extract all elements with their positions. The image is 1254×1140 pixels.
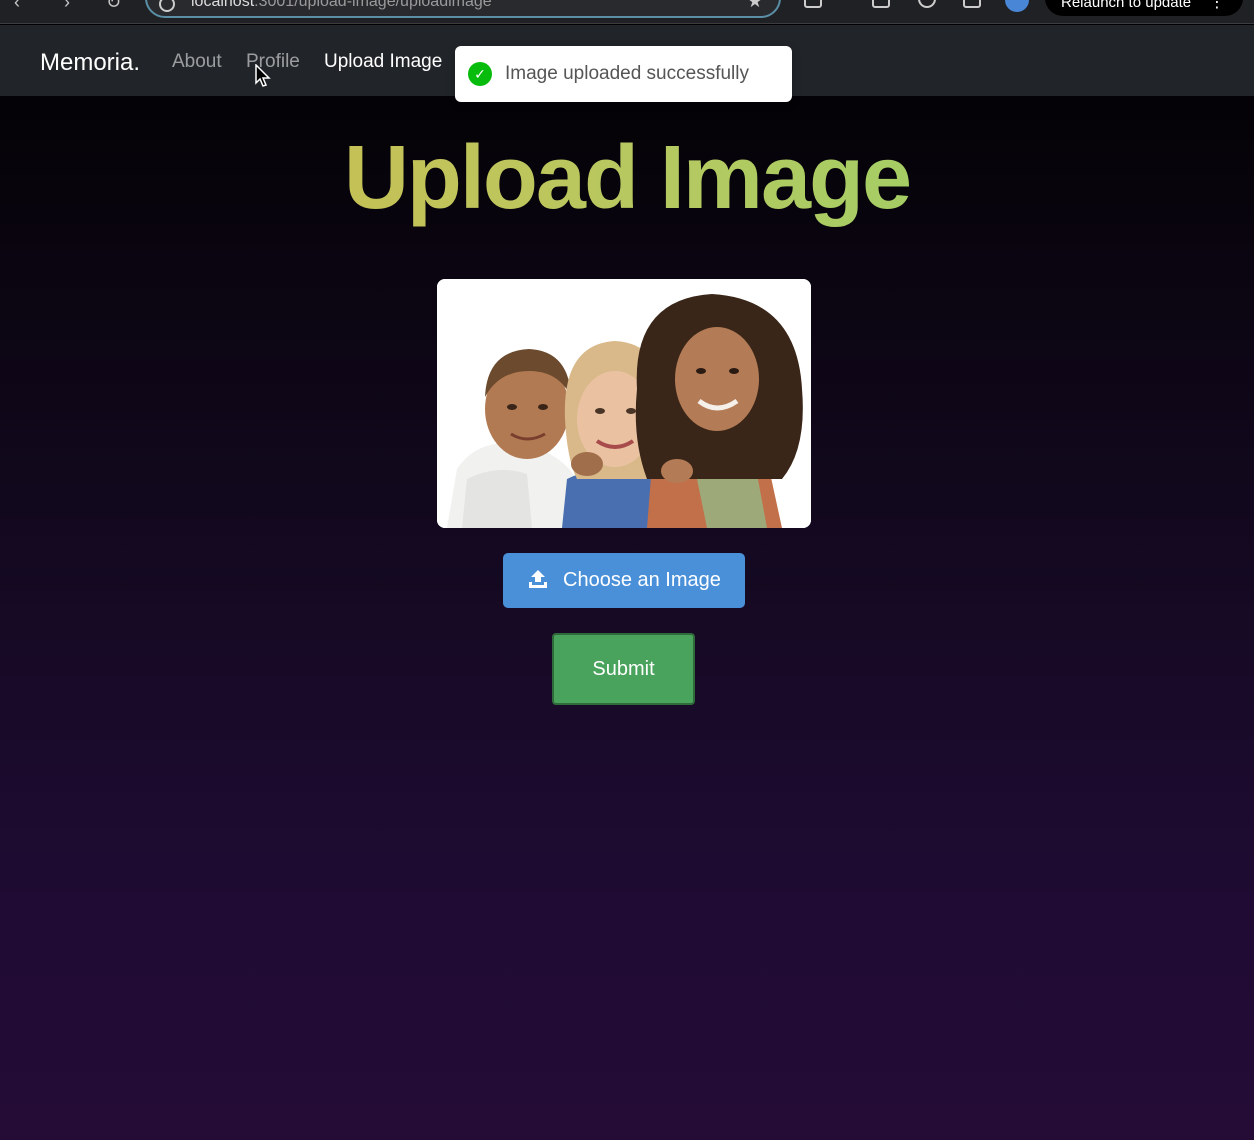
choose-image-button[interactable]: Choose an Image xyxy=(503,553,745,608)
choose-image-label: Choose an Image xyxy=(563,569,721,591)
extension-icon[interactable] xyxy=(872,0,890,8)
more-menu-icon[interactable]: ⋮ xyxy=(1209,0,1225,12)
toast-message: Image uploaded successfully xyxy=(505,63,749,84)
nav-link-about[interactable]: About xyxy=(172,51,222,73)
uploaded-image-preview xyxy=(437,279,811,528)
submit-button[interactable]: Submit xyxy=(552,633,695,705)
bookmark-star-icon[interactable]: ★ xyxy=(747,0,763,12)
family-photo xyxy=(437,279,811,528)
extension-icon[interactable] xyxy=(963,0,981,8)
forward-icon[interactable]: › xyxy=(64,0,70,13)
nav-link-upload-image[interactable]: Upload Image xyxy=(324,51,442,73)
check-circle-icon: ✓ xyxy=(468,62,492,86)
mouse-cursor-icon xyxy=(255,64,271,87)
relaunch-button[interactable]: Relaunch to update ⋮ xyxy=(1045,0,1243,16)
success-toast[interactable]: ✓ Image uploaded successfully xyxy=(455,46,792,102)
site-info-icon[interactable] xyxy=(159,0,175,12)
address-bar[interactable]: localhost:3001/upload-image/uploadimage … xyxy=(145,0,781,18)
reload-icon[interactable]: ↻ xyxy=(106,0,121,13)
profile-avatar[interactable] xyxy=(1005,0,1029,12)
browser-toolbar: ‹ › ↻ localhost:3001/upload-image/upload… xyxy=(0,0,1254,24)
extension-icon[interactable] xyxy=(804,0,822,8)
upload-icon xyxy=(527,568,549,596)
page-title: Upload Image xyxy=(0,128,1254,228)
extension-icon[interactable] xyxy=(918,0,936,8)
brand-logo[interactable]: Memoria. xyxy=(40,49,140,77)
back-icon[interactable]: ‹ xyxy=(14,0,20,13)
url-text: localhost:3001/upload-image/uploadimage xyxy=(191,0,492,10)
